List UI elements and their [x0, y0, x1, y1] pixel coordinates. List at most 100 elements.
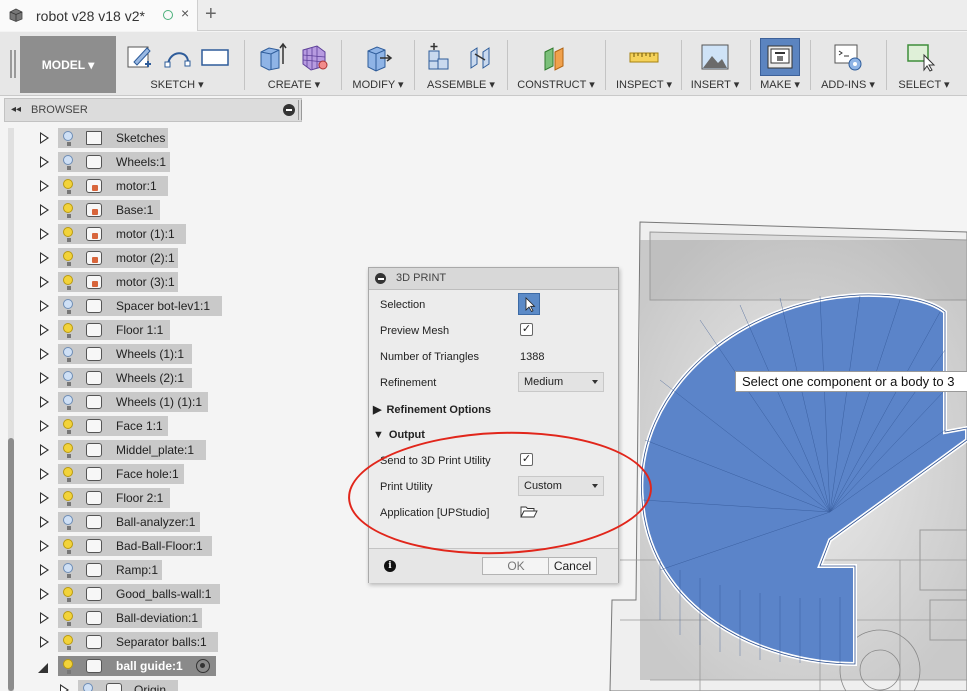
dialog-header[interactable]: 3D PRINT [369, 268, 618, 290]
visibility-lightbulb-icon[interactable] [63, 323, 73, 338]
browser-tree-item[interactable]: Ball-analyzer:1 [0, 510, 300, 534]
visibility-lightbulb-icon[interactable] [63, 395, 73, 410]
collapse-dialog-icon[interactable] [375, 273, 386, 284]
visibility-lightbulb-icon[interactable] [63, 347, 73, 362]
open-folder-icon[interactable] [520, 505, 538, 519]
browser-tree-item[interactable]: motor (1):1 [0, 222, 300, 246]
make-group[interactable]: MAKE ▾ [756, 36, 804, 93]
visibility-lightbulb-icon[interactable] [63, 611, 73, 626]
refinement-options-section[interactable]: ▶ Refinement Options [373, 403, 491, 416]
expand-node-icon[interactable] [40, 204, 49, 216]
visibility-lightbulb-icon[interactable] [63, 467, 73, 482]
expand-node-icon[interactable] [40, 348, 49, 360]
expand-node-icon[interactable] [40, 396, 49, 408]
select-menu[interactable]: SELECT ▾ [892, 78, 956, 91]
browser-tree-item[interactable]: Ball-deviation:1 [0, 606, 300, 630]
visibility-lightbulb-icon[interactable] [63, 419, 73, 434]
document-tab[interactable]: robot v28 v18 v2* × [0, 0, 198, 31]
visibility-lightbulb-icon[interactable] [63, 299, 73, 314]
refinement-select[interactable]: Medium [518, 372, 604, 392]
visibility-lightbulb-icon[interactable] [63, 179, 73, 194]
expand-node-icon[interactable] [40, 444, 49, 456]
sketch-menu[interactable]: SKETCH ▾ [122, 78, 232, 91]
expand-node-icon[interactable] [40, 228, 49, 240]
expand-node-icon[interactable] [40, 636, 49, 648]
visibility-lightbulb-icon[interactable] [63, 563, 73, 578]
expand-node-icon[interactable] [40, 492, 49, 504]
browser-tree-item[interactable]: Base:1 [0, 198, 300, 222]
browser-tree-item[interactable]: Good_balls-wall:1 [0, 582, 300, 606]
expand-node-icon[interactable] [40, 180, 49, 192]
expand-node-icon[interactable] [40, 420, 49, 432]
browser-tree-item[interactable]: Separator balls:1 [0, 630, 300, 654]
browser-tree-item[interactable]: Wheels (1):1 [0, 342, 300, 366]
browser-tree-item[interactable]: Floor 1:1 [0, 318, 300, 342]
browser-tree-item[interactable]: Floor 2:1 [0, 486, 300, 510]
select-group[interactable]: SELECT ▾ [892, 36, 956, 93]
browser-tree-item[interactable]: Spacer bot-lev1:1 [0, 294, 300, 318]
add-ins-menu[interactable]: ADD-INS ▾ [816, 78, 880, 91]
expand-node-icon[interactable] [40, 540, 49, 552]
visibility-lightbulb-icon[interactable] [63, 659, 73, 674]
inspect-group[interactable]: INSPECT ▾ [612, 36, 676, 93]
assemble-menu[interactable]: ASSEMBLE ▾ [420, 78, 502, 91]
browser-tree-item[interactable]: Middel_plate:1 [0, 438, 300, 462]
construct-menu[interactable]: CONSTRUCT ▾ [513, 78, 599, 91]
browser-tree-item[interactable]: Bad-Ball-Floor:1 [0, 534, 300, 558]
expand-node-icon[interactable] [40, 276, 49, 288]
construct-group[interactable]: CONSTRUCT ▾ [513, 36, 599, 93]
modify-group[interactable]: MODIFY ▾ [348, 36, 408, 93]
sketch-group[interactable]: SKETCH ▾ [122, 36, 232, 93]
expand-node-icon[interactable] [40, 564, 49, 576]
info-icon[interactable]: i [384, 560, 396, 572]
browser-tree-item[interactable]: Ramp:1 [0, 558, 300, 582]
expand-node-icon[interactable] [40, 468, 49, 480]
collapse-browser-icon[interactable]: ◂◂ [11, 104, 21, 115]
modify-menu[interactable]: MODIFY ▾ [348, 78, 408, 91]
browser-tree-item[interactable]: motor:1 [0, 174, 300, 198]
collapse-node-icon[interactable] [38, 663, 48, 673]
browser-tree-item[interactable]: Face hole:1 [0, 462, 300, 486]
minimize-browser-icon[interactable] [283, 104, 295, 116]
visibility-lightbulb-icon[interactable] [63, 227, 73, 242]
new-tab-icon[interactable]: + [205, 3, 217, 26]
browser-tree-item[interactable]: Sketches [0, 126, 300, 150]
create-menu[interactable]: CREATE ▾ [253, 78, 335, 91]
visibility-lightbulb-icon[interactable] [83, 683, 93, 691]
browser-tree-item[interactable]: Wheels (1) (1):1 [0, 390, 300, 414]
visibility-lightbulb-icon[interactable] [63, 443, 73, 458]
visibility-lightbulb-icon[interactable] [63, 635, 73, 650]
insert-menu[interactable]: INSERT ▾ [687, 78, 743, 91]
make-menu[interactable]: MAKE ▾ [756, 78, 804, 91]
browser-tree-item[interactable]: Wheels (2):1 [0, 366, 300, 390]
workspace-switcher[interactable]: MODEL ▾ [20, 36, 116, 93]
expand-node-icon[interactable] [40, 516, 49, 528]
visibility-lightbulb-icon[interactable] [63, 491, 73, 506]
browser-header[interactable]: ◂◂ BROWSER [4, 98, 302, 122]
visibility-lightbulb-icon[interactable] [63, 587, 73, 602]
visibility-lightbulb-icon[interactable] [63, 275, 73, 290]
expand-node-icon[interactable] [40, 156, 49, 168]
expand-node-icon[interactable] [40, 300, 49, 312]
ok-button[interactable]: OK [482, 557, 550, 575]
browser-tree-item[interactable]: Origin [0, 678, 300, 691]
browser-tree-item[interactable]: ball guide:1 [0, 654, 300, 678]
browser-tree-item[interactable]: motor (3):1 [0, 270, 300, 294]
close-tab-icon[interactable]: × [181, 5, 189, 21]
output-section[interactable]: ▼ Output [373, 429, 425, 441]
create-group[interactable]: CREATE ▾ [253, 36, 335, 93]
preview-mesh-checkbox[interactable]: ✓ [520, 323, 533, 336]
print-utility-select[interactable]: Custom [518, 476, 604, 496]
visibility-lightbulb-icon[interactable] [63, 371, 73, 386]
visibility-lightbulb-icon[interactable] [63, 155, 73, 170]
expand-node-icon[interactable] [60, 684, 69, 691]
visibility-lightbulb-icon[interactable] [63, 131, 73, 146]
insert-group[interactable]: INSERT ▾ [687, 36, 743, 93]
expand-node-icon[interactable] [40, 612, 49, 624]
expand-node-icon[interactable] [40, 132, 49, 144]
activate-component-icon[interactable] [196, 659, 210, 673]
cancel-button[interactable]: Cancel [548, 557, 597, 575]
browser-tree-item[interactable]: motor (2):1 [0, 246, 300, 270]
browser-tree-item[interactable]: Wheels:1 [0, 150, 300, 174]
browser-tree-item[interactable]: Face 1:1 [0, 414, 300, 438]
